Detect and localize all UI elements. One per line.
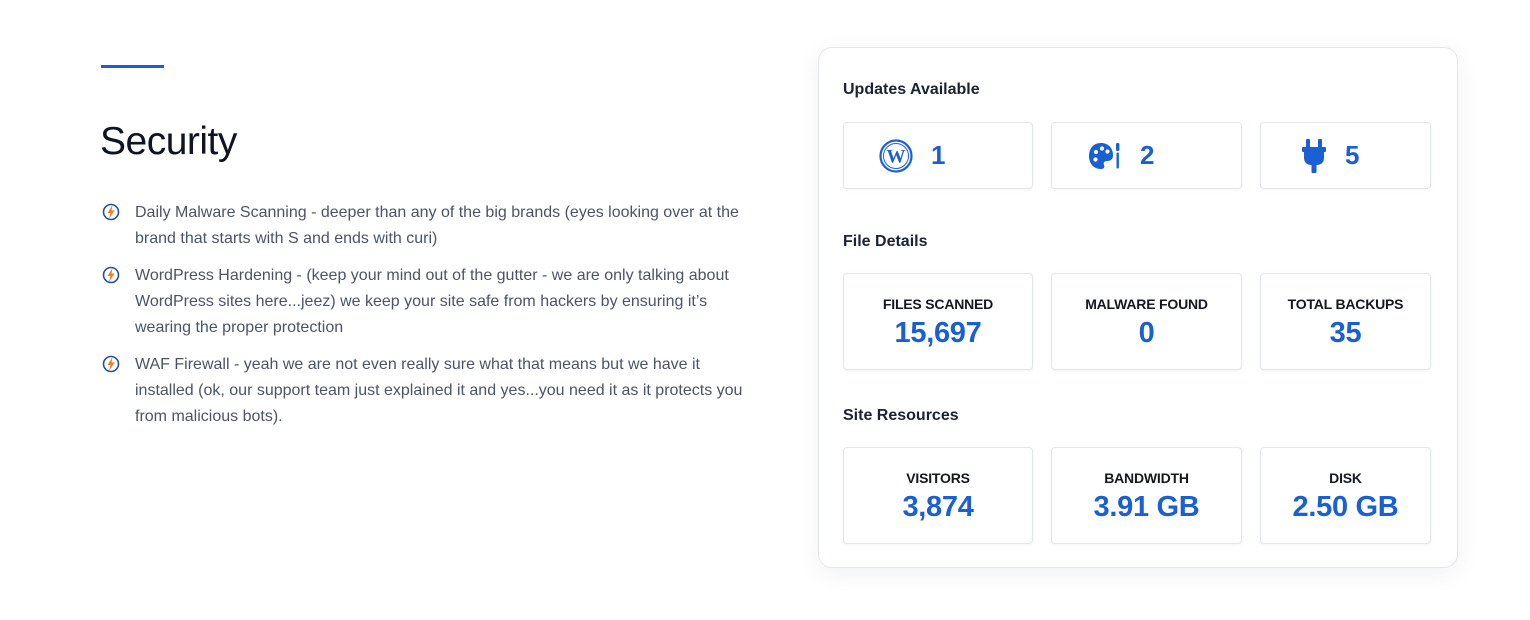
feature-item: WordPress Hardening - (keep your mind ou… xyxy=(101,263,751,341)
file-details-title: File Details xyxy=(843,233,928,250)
stat-label: MALWARE FOUND xyxy=(1085,296,1208,312)
stat-label: VISITORS xyxy=(906,470,970,486)
section-title: Security xyxy=(100,120,237,163)
stat-label: DISK xyxy=(1329,470,1362,486)
feature-text: WAF Firewall - yeah we are not even real… xyxy=(135,356,743,425)
plugin-updates-tile[interactable]: 5 xyxy=(1260,122,1431,189)
stat-label: BANDWIDTH xyxy=(1104,470,1189,486)
bolt-circle-icon xyxy=(102,266,120,284)
feature-list: Daily Malware Scanning - deeper than any… xyxy=(101,200,751,441)
theme-update-count: 2 xyxy=(1140,140,1155,170)
theme-updates-tile[interactable]: 2 xyxy=(1051,122,1242,189)
wordpress-update-count: 1 xyxy=(931,140,946,170)
feature-item: WAF Firewall - yeah we are not even real… xyxy=(101,352,751,430)
site-resources-title: Site Resources xyxy=(843,407,959,424)
stat-value: 35 xyxy=(1329,317,1362,349)
feature-item: Daily Malware Scanning - deeper than any… xyxy=(101,200,751,252)
wordpress-icon: W xyxy=(879,138,913,173)
files-scanned-tile: FILES SCANNED 15,697 xyxy=(843,273,1033,370)
bolt-circle-icon xyxy=(102,355,120,373)
feature-text: WordPress Hardening - (keep your mind ou… xyxy=(135,267,729,336)
stat-value: 0 xyxy=(1138,317,1155,349)
malware-found-tile: MALWARE FOUND 0 xyxy=(1051,273,1242,370)
stat-value: 3,874 xyxy=(902,491,974,523)
stat-value: 15,697 xyxy=(894,317,982,349)
disk-tile: DISK 2.50 GB xyxy=(1260,447,1431,544)
svg-text:W: W xyxy=(887,146,906,167)
feature-text: Daily Malware Scanning - deeper than any… xyxy=(135,204,739,247)
plugin-update-count: 5 xyxy=(1345,140,1360,170)
dashboard-card: Updates Available W 1 2 5 File Details F… xyxy=(818,47,1458,568)
bandwidth-tile: BANDWIDTH 3.91 GB xyxy=(1051,447,1242,544)
accent-line xyxy=(101,65,164,68)
palette-icon xyxy=(1089,142,1120,169)
stat-value: 2.50 GB xyxy=(1292,491,1399,523)
stat-value: 3.91 GB xyxy=(1093,491,1200,523)
plug-icon xyxy=(1302,138,1326,173)
stat-label: FILES SCANNED xyxy=(882,296,994,312)
bolt-circle-icon xyxy=(102,203,120,221)
stat-label: TOTAL BACKUPS xyxy=(1287,296,1404,312)
total-backups-tile: TOTAL BACKUPS 35 xyxy=(1260,273,1431,370)
visitors-tile: VISITORS 3,874 xyxy=(843,447,1033,544)
updates-title: Updates Available xyxy=(843,81,980,98)
wordpress-updates-tile[interactable]: W 1 xyxy=(843,122,1033,189)
